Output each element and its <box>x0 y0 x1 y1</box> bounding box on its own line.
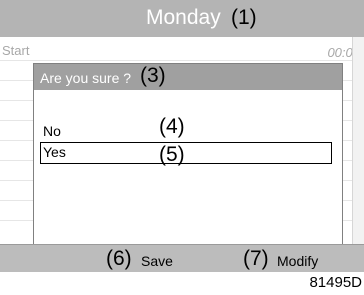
row-divider <box>0 60 364 61</box>
scroll-edge <box>352 37 364 244</box>
option-no-label[interactable]: No <box>43 123 61 139</box>
option-no-callout: (4) <box>159 115 185 138</box>
option-yes-label[interactable]: Yes <box>43 144 66 160</box>
figure-reference-code: 81495D <box>309 274 362 291</box>
controller-screen: Monday (1) Start 00:00 Are you sure ? (3… <box>0 0 364 272</box>
modify-callout: (7) <box>243 247 269 270</box>
dialog-title-callout: (3) <box>140 64 166 87</box>
dialog-title: Are you sure ? <box>40 70 132 86</box>
title-callout: (1) <box>231 6 257 29</box>
confirm-dialog: Are you sure ? (3) No (4) Yes (5) <box>33 63 343 245</box>
title-bar: Monday (1) <box>0 0 364 37</box>
save-button[interactable]: Save <box>141 253 173 269</box>
dialog-header: Are you sure ? (3) <box>34 64 342 90</box>
screen-title: Monday <box>146 6 221 29</box>
save-callout: (6) <box>106 247 132 270</box>
start-label: Start <box>2 43 30 58</box>
modify-button[interactable]: Modify <box>277 253 318 269</box>
option-yes-callout: (5) <box>159 143 185 166</box>
softkey-bar: (6) Save (7) Modify <box>0 244 364 272</box>
option-yes[interactable]: Yes <box>40 142 332 164</box>
